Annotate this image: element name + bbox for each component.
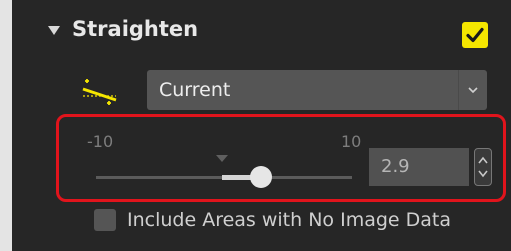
include-no-data-label: Include Areas with No Image Data	[127, 209, 452, 231]
slider-max-label: 10	[341, 132, 362, 151]
slider-zero-marker-icon	[216, 155, 228, 162]
include-no-data-checkbox[interactable]	[94, 209, 116, 231]
chevron-down-icon	[468, 87, 478, 94]
dropdown-button[interactable]	[458, 70, 487, 110]
checkmark-icon	[466, 27, 484, 43]
angle-value-text: 2.9	[381, 156, 410, 177]
enable-checkbox[interactable]	[462, 22, 488, 48]
up-down-arrows-icon	[478, 156, 488, 178]
angle-slider-thumb[interactable]	[250, 166, 272, 188]
panel-header[interactable]: Straighten	[12, 0, 511, 60]
straighten-tool-icon	[80, 75, 118, 111]
angle-spinner[interactable]	[474, 148, 492, 186]
angle-value-field[interactable]: 2.9	[369, 148, 469, 186]
straighten-panel: Straighten Current -10 10 2.9 Include Ar…	[12, 0, 511, 251]
slider-min-label: -10	[87, 132, 114, 151]
dropdown-selected-value: Current	[159, 79, 231, 101]
straighten-mode-dropdown[interactable]: Current	[147, 70, 487, 110]
collapse-triangle-icon[interactable]	[48, 26, 60, 35]
panel-title: Straighten	[72, 17, 199, 41]
